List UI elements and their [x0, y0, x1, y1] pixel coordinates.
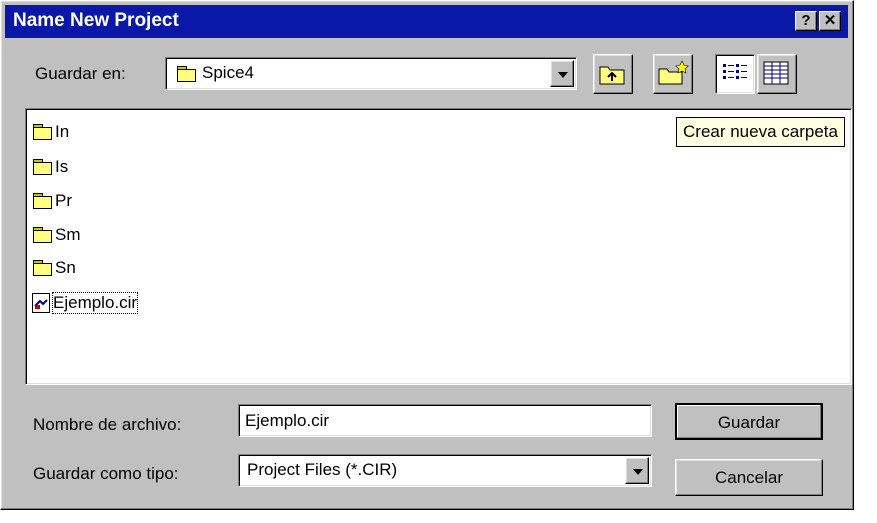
folder-icon	[32, 193, 52, 209]
list-item[interactable]: Pr	[32, 190, 72, 212]
close-button[interactable]: ✕	[819, 11, 841, 31]
file-icon	[32, 293, 50, 313]
list-item-label: Sn	[55, 258, 76, 277]
help-button[interactable]: ?	[795, 11, 817, 31]
list-item[interactable]: In	[32, 121, 69, 143]
list-item[interactable]: Sm	[32, 224, 81, 246]
list-view-button[interactable]	[715, 54, 755, 94]
window-title: Name New Project	[13, 10, 179, 31]
new-folder-icon	[658, 60, 689, 85]
tooltip: Crear nueva carpeta	[676, 117, 845, 147]
list-item-label: Pr	[55, 191, 72, 210]
details-view-icon	[763, 61, 789, 85]
list-item[interactable]: Sn	[32, 257, 76, 279]
list-item-label: Ejemplo.cir	[51, 292, 139, 314]
chevron-down-icon[interactable]	[550, 60, 574, 87]
new-folder-button[interactable]	[653, 54, 693, 94]
details-view-button[interactable]	[757, 54, 797, 94]
filename-input[interactable]	[238, 404, 652, 437]
up-one-level-button[interactable]	[593, 54, 633, 94]
list-item[interactable]: Ejemplo.cir	[32, 292, 139, 314]
list-item[interactable]: Is	[32, 156, 68, 178]
save-dialog: Name New Project ? ✕ Guardar en: Spice4	[0, 0, 854, 510]
list-item-label: Sm	[55, 225, 81, 244]
list-item-label: Is	[55, 157, 69, 176]
filetype-value: Project Files (*.CIR)	[247, 460, 398, 479]
save-in-dropdown[interactable]: Spice4	[165, 57, 577, 90]
folder-icon	[32, 124, 52, 140]
folder-icon	[176, 66, 196, 82]
folder-icon	[32, 260, 52, 276]
title-bar: Name New Project ? ✕	[5, 5, 848, 38]
list-item-label: In	[55, 122, 70, 141]
save-in-value: Spice4	[202, 63, 254, 82]
cancel-button[interactable]: Cancelar	[675, 459, 823, 496]
list-view-icon	[723, 64, 747, 79]
filetype-label: Guardar como tipo:	[33, 464, 179, 483]
save-button[interactable]: Guardar	[675, 403, 823, 440]
save-in-label: Guardar en:	[35, 64, 126, 83]
chevron-down-icon[interactable]	[625, 457, 649, 484]
file-list[interactable]: In Is Pr Sm Sn Ejemplo.cir	[25, 108, 852, 385]
up-one-level-icon	[599, 66, 625, 85]
folder-icon	[32, 227, 52, 243]
filetype-dropdown[interactable]: Project Files (*.CIR)	[238, 454, 652, 487]
folder-icon	[32, 159, 52, 175]
filename-label: Nombre de archivo:	[33, 415, 182, 434]
